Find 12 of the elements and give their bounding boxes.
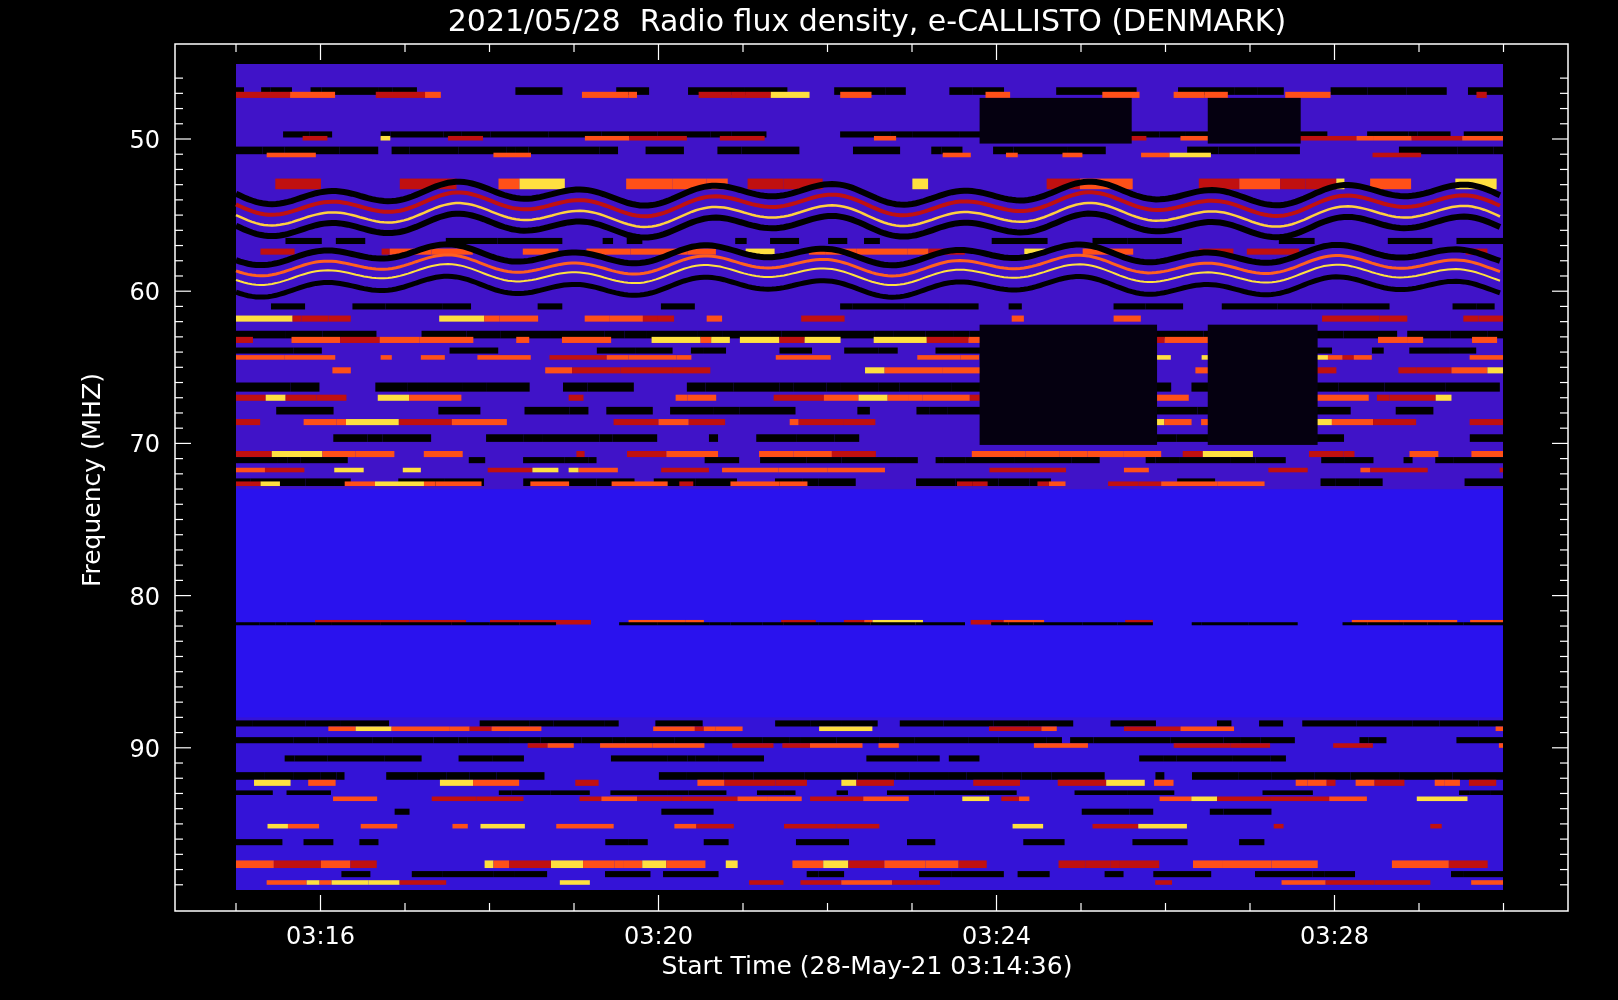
y-tick-label: 50 bbox=[129, 126, 160, 154]
x-tick-label: 03:24 bbox=[961, 922, 1032, 950]
y-tick-label: 80 bbox=[129, 582, 160, 611]
x-tick-label: 03:20 bbox=[623, 922, 694, 950]
y-tick-label: 90 bbox=[129, 734, 160, 763]
x-tick-label: 03:28 bbox=[1299, 922, 1370, 950]
y-axis-label: Frequency (MHZ) bbox=[77, 372, 106, 588]
x-axis-label: Start Time (28-May-21 03:14:36) bbox=[661, 951, 1073, 980]
y-tick-label: 60 bbox=[129, 278, 160, 307]
y-tick-label: 70 bbox=[129, 430, 160, 459]
x-tick-label: 03:16 bbox=[285, 922, 356, 950]
chart-title: 2021/05/28 Radio flux density, e-CALLISTO (DENMARK) bbox=[447, 3, 1287, 38]
